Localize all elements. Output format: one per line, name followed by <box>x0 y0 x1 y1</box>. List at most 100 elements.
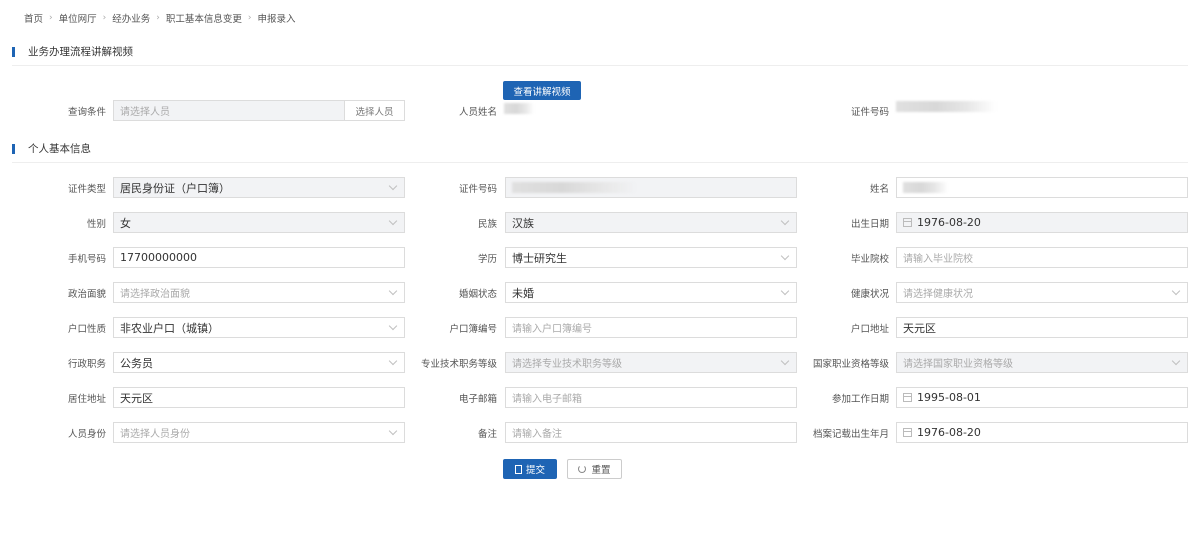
political-select[interactable]: 请选择政治面貌 <box>113 282 405 303</box>
select-person-button[interactable]: 选择人员 <box>344 100 405 121</box>
submit-button[interactable]: 提交 <box>503 459 557 479</box>
gender-select[interactable]: 女 <box>113 212 405 233</box>
remark-label: 备注 <box>477 429 497 440</box>
identity-select[interactable]: 请选择人员身份 <box>113 422 405 443</box>
work-start-date-picker[interactable]: 1995-08-01 <box>896 387 1188 408</box>
person-name-value-redacted <box>504 103 534 114</box>
hukou-addr-input[interactable]: 天元区 <box>896 317 1188 338</box>
submit-label: 提交 <box>525 465 545 476</box>
email-input[interactable]: 请输入电子邮箱 <box>505 387 797 408</box>
query-id-number-label: 证件号码 <box>850 107 889 118</box>
phone-input[interactable]: 17700000000 <box>113 247 405 268</box>
tech-level-placeholder: 请选择专业技术职务等级 <box>512 359 622 370</box>
admin-post-select[interactable]: 公务员 <box>113 352 405 373</box>
calendar-icon <box>903 218 912 227</box>
divider <box>12 162 1188 163</box>
chevron-down-icon <box>780 216 790 226</box>
remark-placeholder: 请输入备注 <box>512 429 562 440</box>
person-name-label: 人员姓名 <box>458 107 497 118</box>
name-input[interactable] <box>896 177 1188 198</box>
query-placeholder: 请选择人员 <box>120 107 170 118</box>
view-video-button[interactable]: 查看讲解视频 <box>503 81 581 100</box>
breadcrumb-business[interactable]: 经办业务 <box>112 11 150 25</box>
chevron-down-icon <box>780 356 790 366</box>
national-level-select[interactable]: 请选择国家职业资格等级 <box>896 352 1188 373</box>
work-start-value: 1995-08-01 <box>917 391 981 404</box>
hukou-addr-value: 天元区 <box>903 321 936 335</box>
breadcrumb-info-change[interactable]: 职工基本信息变更 <box>166 11 242 25</box>
section-marker <box>12 143 15 154</box>
school-input[interactable]: 请输入毕业院校 <box>896 247 1188 268</box>
archive-birth-value: 1976-08-20 <box>917 426 981 439</box>
education-label: 学历 <box>477 254 497 265</box>
chevron-right-icon: › <box>156 13 160 23</box>
breadcrumb-unit-hall[interactable]: 单位网厅 <box>59 11 97 25</box>
chevron-down-icon <box>388 181 398 191</box>
hukou-no-placeholder: 请输入户口簿编号 <box>512 324 592 335</box>
hukou-type-select[interactable]: 非农业户口（城镇） <box>113 317 405 338</box>
health-select[interactable]: 请选择健康状况 <box>896 282 1188 303</box>
remark-input[interactable]: 请输入备注 <box>505 422 797 443</box>
chevron-down-icon <box>780 286 790 296</box>
query-person-input[interactable]: 请选择人员 <box>113 100 345 121</box>
marital-select[interactable]: 未婚 <box>505 282 797 303</box>
hukou-no-input[interactable]: 请输入户口簿编号 <box>505 317 797 338</box>
divider <box>12 65 1188 66</box>
document-icon <box>514 464 522 474</box>
residence-label: 居住地址 <box>67 394 106 405</box>
chevron-down-icon <box>388 426 398 436</box>
marital-value: 未婚 <box>512 286 534 300</box>
chevron-down-icon <box>388 286 398 296</box>
chevron-down-icon <box>780 251 790 261</box>
phone-label: 手机号码 <box>67 254 106 265</box>
birth-date-picker[interactable]: 1976-08-20 <box>896 212 1188 233</box>
ethnicity-value: 汉族 <box>512 216 534 230</box>
chevron-right-icon: › <box>247 13 252 23</box>
query-id-number-value-redacted <box>896 101 996 112</box>
section-title-text: 个人基本信息 <box>28 143 91 155</box>
national-level-placeholder: 请选择国家职业资格等级 <box>903 359 1013 370</box>
id-type-select[interactable]: 居民身份证（户口簿） <box>113 177 405 198</box>
id-type-value: 居民身份证（户口簿） <box>120 181 230 195</box>
refresh-icon <box>578 465 587 473</box>
chevron-down-icon <box>388 216 398 226</box>
work-start-label: 参加工作日期 <box>831 394 889 405</box>
hukou-type-label: 户口性质 <box>67 324 106 335</box>
birth-date-label: 出生日期 <box>850 219 889 230</box>
calendar-icon <box>903 393 912 402</box>
id-number-label: 证件号码 <box>458 184 497 195</box>
national-level-label: 国家职业资格等级 <box>812 359 889 370</box>
id-number-value-redacted <box>512 182 637 193</box>
gender-value: 女 <box>120 216 131 230</box>
tech-level-select[interactable]: 请选择专业技术职务等级 <box>505 352 797 373</box>
section-title-video: 业务办理流程讲解视频 <box>12 44 133 59</box>
ethnicity-label: 民族 <box>477 219 497 230</box>
query-condition-label: 查询条件 <box>67 107 106 118</box>
admin-post-label: 行政职务 <box>67 359 106 370</box>
political-placeholder: 请选择政治面貌 <box>120 289 190 300</box>
breadcrumb: 首页 › 单位网厅 › 经办业务 › 职工基本信息变更 › 申报录入 <box>24 10 296 26</box>
breadcrumb-home[interactable]: 首页 <box>24 11 43 25</box>
marital-label: 婚姻状态 <box>458 289 497 300</box>
hukou-type-value: 非农业户口（城镇） <box>120 321 219 335</box>
email-placeholder: 请输入电子邮箱 <box>512 394 582 405</box>
calendar-icon <box>903 428 912 437</box>
ethnicity-select[interactable]: 汉族 <box>505 212 797 233</box>
id-number-input[interactable] <box>505 177 797 198</box>
section-title-text: 业务办理流程讲解视频 <box>28 46 133 58</box>
health-placeholder: 请选择健康状况 <box>903 289 973 300</box>
name-value-redacted <box>903 182 948 193</box>
identity-placeholder: 请选择人员身份 <box>120 429 190 440</box>
residence-input[interactable]: 天元区 <box>113 387 405 408</box>
archive-birth-label: 档案记载出生年月 <box>812 429 889 440</box>
hukou-addr-label: 户口地址 <box>850 324 889 335</box>
chevron-down-icon <box>388 321 398 331</box>
identity-label: 人员身份 <box>67 429 106 440</box>
chevron-right-icon: › <box>49 13 53 23</box>
archive-birth-date-picker[interactable]: 1976-08-20 <box>896 422 1188 443</box>
phone-value: 17700000000 <box>120 251 197 264</box>
birth-date-value: 1976-08-20 <box>917 216 981 229</box>
reset-button[interactable]: 重置 <box>567 459 622 479</box>
chevron-down-icon <box>1171 356 1181 366</box>
education-select[interactable]: 博士研究生 <box>505 247 797 268</box>
